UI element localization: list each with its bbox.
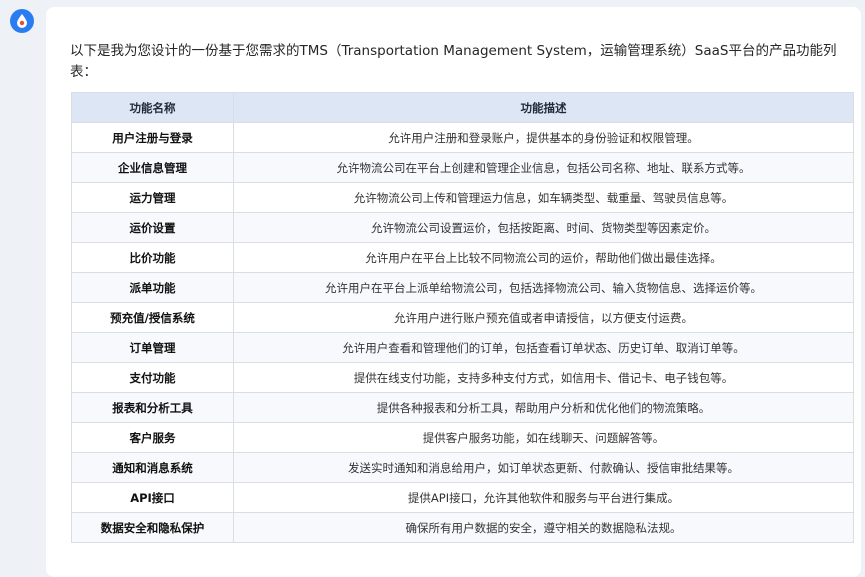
feature-desc-cell: 允许物流公司设置运价，包括按距离、时间、货物类型等因素定价。 bbox=[233, 212, 854, 243]
feature-name-cell: 报表和分析工具 bbox=[71, 392, 234, 423]
message-intro: 以下是我为您设计的一份基于您需求的TMS（Transportation Mana… bbox=[70, 43, 837, 80]
table-row: 支付功能 提供在线支付功能，支持多种支付方式，如信用卡、借记卡、电子钱包等。 bbox=[71, 362, 854, 393]
feature-desc-cell: 发送实时通知和消息给用户，如订单状态更新、付款确认、授信审批结果等。 bbox=[233, 452, 854, 483]
feature-name-cell: 客户服务 bbox=[71, 422, 234, 453]
feature-name-cell: 派单功能 bbox=[71, 272, 234, 303]
feature-name-cell: 运价设置 bbox=[71, 212, 234, 243]
feature-name-cell: 订单管理 bbox=[71, 332, 234, 363]
table-row: 报表和分析工具 提供各种报表和分析工具，帮助用户分析和优化他们的物流策略。 bbox=[71, 392, 854, 423]
assistant-avatar bbox=[10, 9, 34, 33]
table-row: 比价功能 允许用户在平台上比较不同物流公司的运价，帮助他们做出最佳选择。 bbox=[71, 242, 854, 273]
feature-name-cell: 用户注册与登录 bbox=[71, 122, 234, 153]
table-row: 运力管理 允许物流公司上传和管理运力信息，如车辆类型、载重量、驾驶员信息等。 bbox=[71, 182, 854, 213]
feature-name-cell: 企业信息管理 bbox=[71, 152, 234, 183]
feature-desc-cell: 提供在线支付功能，支持多种支付方式，如信用卡、借记卡、电子钱包等。 bbox=[233, 362, 854, 393]
table-row: API接口 提供API接口，允许其他软件和服务与平台进行集成。 bbox=[71, 482, 854, 513]
feature-table: 功能名称 功能描述 用户注册与登录 允许用户注册和登录账户，提供基本的身份验证和权… bbox=[71, 92, 854, 543]
table-row: 用户注册与登录 允许用户注册和登录账户，提供基本的身份验证和权限管理。 bbox=[71, 122, 854, 153]
feature-desc-cell: 允许物流公司在平台上创建和管理企业信息，包括公司名称、地址、联系方式等。 bbox=[233, 152, 854, 183]
table-header-row: 功能名称 功能描述 bbox=[71, 92, 854, 123]
table-row: 通知和消息系统 发送实时通知和消息给用户，如订单状态更新、付款确认、授信审批结果等… bbox=[71, 452, 854, 483]
feature-name-cell: 比价功能 bbox=[71, 242, 234, 273]
logo-drop-icon bbox=[17, 14, 27, 28]
feature-desc-cell: 允许用户注册和登录账户，提供基本的身份验证和权限管理。 bbox=[233, 122, 854, 153]
feature-desc-cell: 提供各种报表和分析工具，帮助用户分析和优化他们的物流策略。 bbox=[233, 392, 854, 423]
feature-name-cell: 支付功能 bbox=[71, 362, 234, 393]
header-feature-desc: 功能描述 bbox=[233, 92, 854, 123]
table-row: 运价设置 允许物流公司设置运价，包括按距离、时间、货物类型等因素定价。 bbox=[71, 212, 854, 243]
feature-desc-cell: 允许用户在平台上派单给物流公司，包括选择物流公司、输入货物信息、选择运价等。 bbox=[233, 272, 854, 303]
feature-name-cell: 预充值/授信系统 bbox=[71, 302, 234, 333]
table-row: 客户服务 提供客户服务功能，如在线聊天、问题解答等。 bbox=[71, 422, 854, 453]
table-row: 订单管理 允许用户查看和管理他们的订单，包括查看订单状态、历史订单、取消订单等。 bbox=[71, 332, 854, 363]
table-row: 派单功能 允许用户在平台上派单给物流公司，包括选择物流公司、输入货物信息、选择运价… bbox=[71, 272, 854, 303]
feature-desc-cell: 提供客户服务功能，如在线聊天、问题解答等。 bbox=[233, 422, 854, 453]
feature-desc-cell: 允许物流公司上传和管理运力信息，如车辆类型、载重量、驾驶员信息等。 bbox=[233, 182, 854, 213]
table-row: 数据安全和隐私保护 确保所有用户数据的安全，遵守相关的数据隐私法规。 bbox=[71, 512, 854, 543]
table-row: 预充值/授信系统 允许用户进行账户预充值或者申请授信，以方便支付运费。 bbox=[71, 302, 854, 333]
feature-desc-cell: 允许用户查看和管理他们的订单，包括查看订单状态、历史订单、取消订单等。 bbox=[233, 332, 854, 363]
feature-desc-cell: 允许用户进行账户预充值或者申请授信，以方便支付运费。 bbox=[233, 302, 854, 333]
feature-name-cell: API接口 bbox=[71, 482, 234, 513]
feature-desc-cell: 确保所有用户数据的安全，遵守相关的数据隐私法规。 bbox=[233, 512, 854, 543]
feature-name-cell: 通知和消息系统 bbox=[71, 452, 234, 483]
header-feature-name: 功能名称 bbox=[71, 92, 234, 123]
table-row: 企业信息管理 允许物流公司在平台上创建和管理企业信息，包括公司名称、地址、联系方式… bbox=[71, 152, 854, 183]
feature-name-cell: 运力管理 bbox=[71, 182, 234, 213]
feature-desc-cell: 允许用户在平台上比较不同物流公司的运价，帮助他们做出最佳选择。 bbox=[233, 242, 854, 273]
feature-name-cell: 数据安全和隐私保护 bbox=[71, 512, 234, 543]
feature-desc-cell: 提供API接口，允许其他软件和服务与平台进行集成。 bbox=[233, 482, 854, 513]
assistant-message-bubble: 以下是我为您设计的一份基于您需求的TMS（Transportation Mana… bbox=[46, 7, 861, 577]
